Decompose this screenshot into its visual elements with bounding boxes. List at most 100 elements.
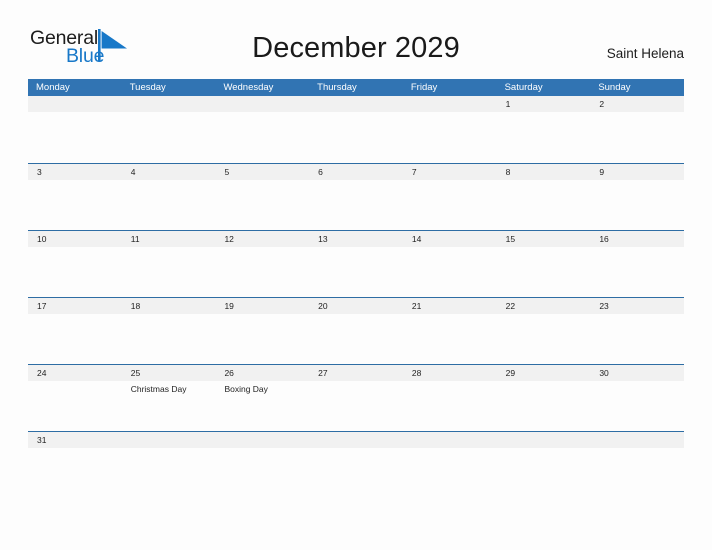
day-number-empty <box>403 432 497 448</box>
day-cell-empty <box>28 112 122 163</box>
day-number-6[interactable]: 6 <box>309 164 403 180</box>
weekday-header-row: Monday Tuesday Wednesday Thursday Friday Satu… <box>28 79 684 96</box>
day-cell-21[interactable] <box>403 314 497 365</box>
day-cell-22[interactable] <box>497 314 591 365</box>
day-cell-7[interactable] <box>403 180 497 231</box>
calendar-page: General Blue December 2029 Saint Helena … <box>0 0 712 550</box>
day-cell-15[interactable] <box>497 247 591 298</box>
weekday-header-saturday: Saturday <box>504 82 543 93</box>
day-cell-5[interactable] <box>215 180 309 231</box>
day-number-empty <box>497 432 591 448</box>
day-cell-16[interactable] <box>590 247 684 298</box>
day-number-empty <box>309 96 403 112</box>
weekday-header-sunday: Sunday <box>598 82 631 93</box>
day-number-3[interactable]: 3 <box>28 164 122 180</box>
day-number-16[interactable]: 16 <box>590 231 684 247</box>
day-cell-empty <box>309 112 403 163</box>
day-number-18[interactable]: 18 <box>122 298 216 314</box>
day-cell-17[interactable] <box>28 314 122 365</box>
location-label: Saint Helena <box>606 46 684 61</box>
date-number-band: 10 11 12 13 14 15 16 <box>28 231 684 247</box>
page-title: December 2029 <box>252 32 460 64</box>
day-cell-24[interactable] <box>28 381 122 432</box>
day-number-11[interactable]: 11 <box>122 231 216 247</box>
calendar-week-row: 10 11 12 13 14 15 16 <box>28 230 684 297</box>
day-number-empty <box>403 96 497 112</box>
day-cell-4[interactable] <box>122 180 216 231</box>
calendar-week-row: 31 <box>28 431 684 459</box>
day-cell-empty <box>122 112 216 163</box>
day-number-28[interactable]: 28 <box>403 365 497 381</box>
calendar-grid: Monday Tuesday Wednesday Thursday Friday Satu… <box>28 79 684 459</box>
day-cell-27[interactable] <box>309 381 403 432</box>
day-number-7[interactable]: 7 <box>403 164 497 180</box>
day-number-22[interactable]: 22 <box>497 298 591 314</box>
day-cell-6[interactable] <box>309 180 403 231</box>
day-number-12[interactable]: 12 <box>215 231 309 247</box>
calendar-week-row: 17 18 19 20 21 22 23 <box>28 297 684 364</box>
calendar-week-row: 12 <box>28 96 684 163</box>
day-number-9[interactable]: 9 <box>590 164 684 180</box>
weekday-header-wednesday: Wednesday <box>223 82 274 93</box>
event-band <box>28 180 684 231</box>
day-number-19[interactable]: 19 <box>215 298 309 314</box>
day-number-2[interactable]: 2 <box>590 96 684 112</box>
calendar-week-row: 3456789 <box>28 163 684 230</box>
day-cell-12[interactable] <box>215 247 309 298</box>
day-number-empty <box>122 96 216 112</box>
day-number-27[interactable]: 27 <box>309 365 403 381</box>
day-cell-empty <box>403 112 497 163</box>
day-number-20[interactable]: 20 <box>309 298 403 314</box>
day-cell-30[interactable] <box>590 381 684 432</box>
day-number-29[interactable]: 29 <box>497 365 591 381</box>
day-cell-14[interactable] <box>403 247 497 298</box>
event-band: Christmas Day Boxing Day <box>28 381 684 432</box>
day-cell-13[interactable] <box>309 247 403 298</box>
day-cell-25[interactable]: Christmas Day <box>122 381 216 432</box>
calendar-weeks: 1 2 3 4 5 6 7 8 9 10 11 12 13 14 15 16 17 18 19 20 21 22 23 24 2… <box>28 96 684 459</box>
day-cell-1[interactable] <box>497 112 591 163</box>
page-masthead: General Blue December 2029 Saint Helena <box>0 0 712 78</box>
date-number-band: 24 25 26 27 28 29 30 <box>28 365 684 381</box>
day-number-empty <box>215 96 309 112</box>
date-number-band: 17 18 19 20 21 22 23 <box>28 298 684 314</box>
day-number-17[interactable]: 17 <box>28 298 122 314</box>
day-number-5[interactable]: 5 <box>215 164 309 180</box>
day-cell-23[interactable] <box>590 314 684 365</box>
day-number-8[interactable]: 8 <box>497 164 591 180</box>
weekday-header-monday: Monday <box>36 82 70 93</box>
day-number-25[interactable]: 25 <box>122 365 216 381</box>
day-cell-11[interactable] <box>122 247 216 298</box>
day-cell-28[interactable] <box>403 381 497 432</box>
day-number-21[interactable]: 21 <box>403 298 497 314</box>
day-number-10[interactable]: 10 <box>28 231 122 247</box>
weekday-header-tuesday: Tuesday <box>129 82 166 93</box>
day-cell-8[interactable] <box>497 180 591 231</box>
day-number-26[interactable]: 26 <box>215 365 309 381</box>
event-band <box>28 314 684 365</box>
day-cell-10[interactable] <box>28 247 122 298</box>
day-number-1[interactable]: 1 <box>497 96 591 112</box>
day-number-15[interactable]: 15 <box>497 231 591 247</box>
day-cell-29[interactable] <box>497 381 591 432</box>
event-band <box>28 112 684 163</box>
day-cell-19[interactable] <box>215 314 309 365</box>
day-number-24[interactable]: 24 <box>28 365 122 381</box>
day-number-31[interactable]: 31 <box>28 432 122 448</box>
day-cell-3[interactable] <box>28 180 122 231</box>
calendar-week-row: 24 25 26 27 28 29 30 Christmas Day Boxing Day <box>28 364 684 431</box>
day-number-empty <box>122 432 216 448</box>
day-number-4[interactable]: 4 <box>122 164 216 180</box>
day-cell-20[interactable] <box>309 314 403 365</box>
event-label: Christmas Day <box>130 384 187 394</box>
day-number-23[interactable]: 23 <box>590 298 684 314</box>
day-number-30[interactable]: 30 <box>590 365 684 381</box>
day-number-14[interactable]: 14 <box>403 231 497 247</box>
day-number-empty <box>309 432 403 448</box>
day-cell-2[interactable] <box>590 112 684 163</box>
day-cell-18[interactable] <box>122 314 216 365</box>
day-number-13[interactable]: 13 <box>309 231 403 247</box>
day-cell-9[interactable] <box>590 180 684 231</box>
day-number-empty <box>590 432 684 448</box>
day-cell-26[interactable]: Boxing Day <box>215 381 309 432</box>
